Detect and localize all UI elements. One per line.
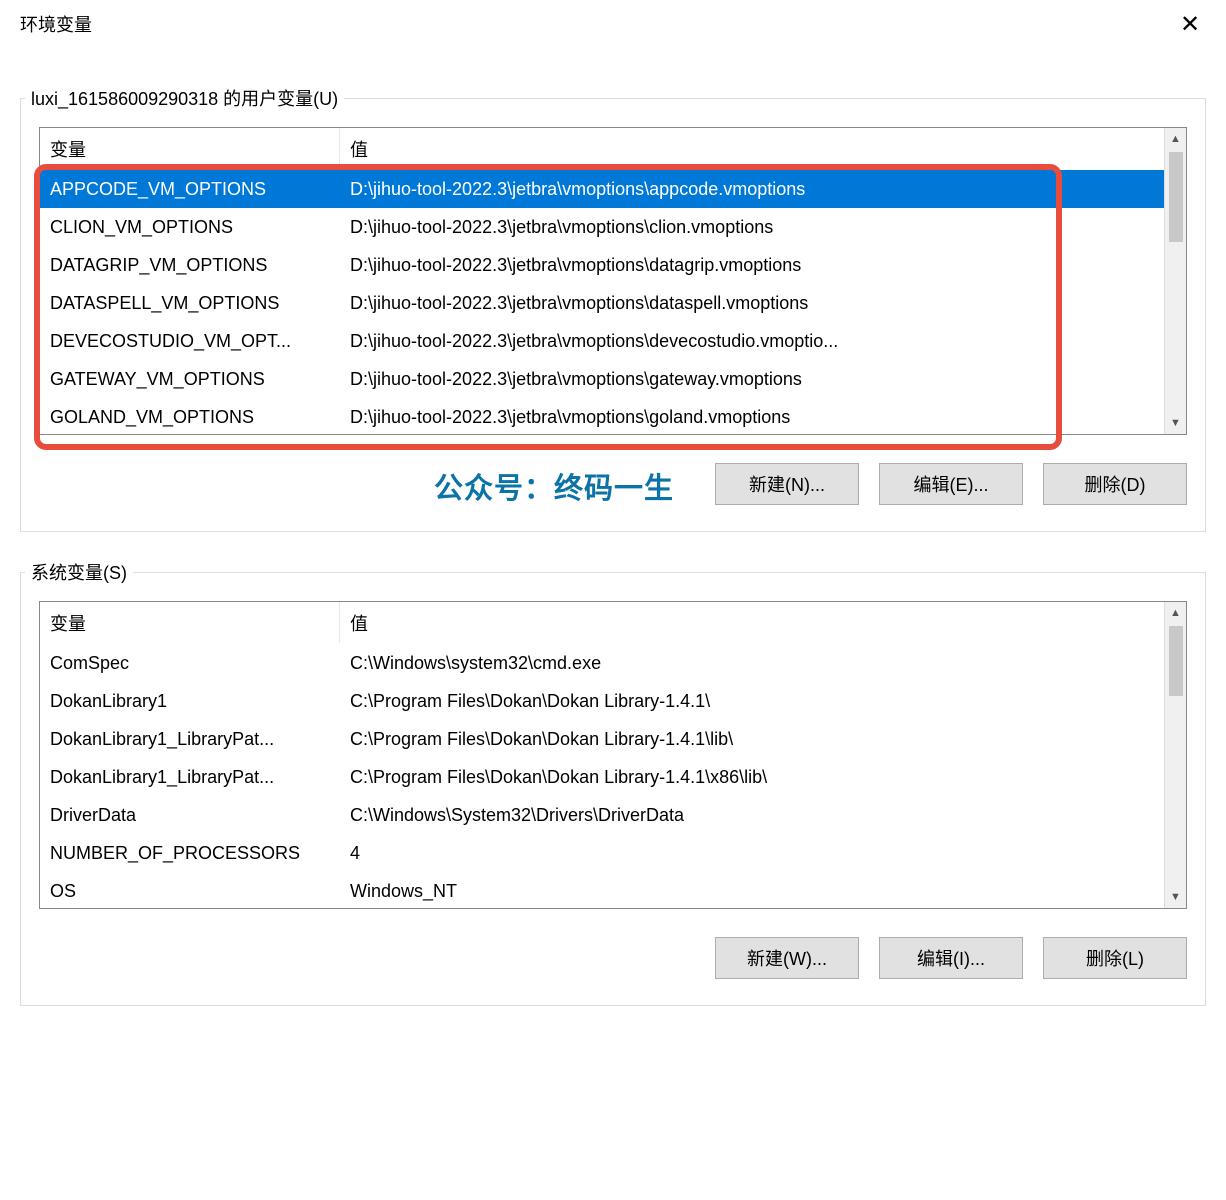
variable-value-cell: C:\Windows\system32\cmd.exe: [340, 647, 1164, 680]
variable-name-cell: CLION_VM_OPTIONS: [40, 211, 340, 244]
titlebar: 环境变量 ✕: [0, 0, 1226, 48]
col-header-variable[interactable]: 变量: [40, 602, 340, 643]
table-row[interactable]: GOLAND_VM_OPTIONSD:\jihuo-tool-2022.3\je…: [40, 398, 1164, 434]
variable-value-cell: Windows_NT: [340, 875, 1164, 908]
variable-name-cell: DATAGRIP_VM_OPTIONS: [40, 249, 340, 282]
sys-table-viewport: 变量 值 ComSpecC:\Windows\system32\cmd.exeD…: [40, 602, 1164, 908]
variable-name-cell: DATASPELL_VM_OPTIONS: [40, 287, 340, 320]
user-var-table[interactable]: 变量 值 APPCODE_VM_OPTIONSD:\jihuo-tool-202…: [39, 127, 1187, 435]
table-row[interactable]: DATAGRIP_VM_OPTIONSD:\jihuo-tool-2022.3\…: [40, 246, 1164, 284]
variable-name-cell: DokanLibrary1_LibraryPat...: [40, 723, 340, 756]
user-table-viewport: 变量 值 APPCODE_VM_OPTIONSD:\jihuo-tool-202…: [40, 128, 1164, 434]
table-row[interactable]: DokanLibrary1_LibraryPat...C:\Program Fi…: [40, 720, 1164, 758]
table-row[interactable]: ComSpecC:\Windows\system32\cmd.exe: [40, 644, 1164, 682]
system-variables-group: 系统变量(S) 变量 值 ComSpecC:\Windows\system32\…: [20, 572, 1206, 1006]
scroll-up-icon[interactable]: ▲: [1165, 602, 1186, 624]
table-row[interactable]: OSWindows_NT: [40, 872, 1164, 908]
variable-name-cell: DEVECOSTUDIO_VM_OPT...: [40, 325, 340, 358]
new-sys-var-button[interactable]: 新建(W)...: [715, 937, 859, 979]
variable-name-cell: DokanLibrary1_LibraryPat...: [40, 761, 340, 794]
delete-user-var-button[interactable]: 删除(D): [1043, 463, 1187, 505]
user-variables-group: luxi_161586009290318 的用户变量(U) 变量 值 APPCO…: [20, 98, 1206, 532]
col-header-value[interactable]: 值: [340, 602, 1164, 643]
col-header-variable[interactable]: 变量: [40, 128, 340, 169]
variable-value-cell: 4: [340, 837, 1164, 870]
scroll-down-icon[interactable]: ▼: [1165, 412, 1186, 434]
user-group-label: luxi_161586009290318 的用户变量(U): [25, 85, 344, 111]
window-title: 环境变量: [20, 11, 92, 37]
table-row[interactable]: DokanLibrary1C:\Program Files\Dokan\Doka…: [40, 682, 1164, 720]
scroll-up-icon[interactable]: ▲: [1165, 128, 1186, 150]
table-row[interactable]: CLION_VM_OPTIONSD:\jihuo-tool-2022.3\jet…: [40, 208, 1164, 246]
watermark-text: 公众号：终码一生: [434, 465, 674, 507]
dialog-content: luxi_161586009290318 的用户变量(U) 变量 值 APPCO…: [0, 98, 1226, 1006]
variable-name-cell: OS: [40, 875, 340, 908]
variable-value-cell: D:\jihuo-tool-2022.3\jetbra\vmoptions\cl…: [340, 211, 1164, 244]
variable-value-cell: D:\jihuo-tool-2022.3\jetbra\vmoptions\de…: [340, 325, 1164, 358]
variable-value-cell: D:\jihuo-tool-2022.3\jetbra\vmoptions\da…: [340, 287, 1164, 320]
new-user-var-button[interactable]: 新建(N)...: [715, 463, 859, 505]
table-row[interactable]: DATASPELL_VM_OPTIONSD:\jihuo-tool-2022.3…: [40, 284, 1164, 322]
table-row[interactable]: DriverDataC:\Windows\System32\Drivers\Dr…: [40, 796, 1164, 834]
table-row[interactable]: DokanLibrary1_LibraryPat...C:\Program Fi…: [40, 758, 1164, 796]
table-row[interactable]: NUMBER_OF_PROCESSORS4: [40, 834, 1164, 872]
variable-value-cell: D:\jihuo-tool-2022.3\jetbra\vmoptions\da…: [340, 249, 1164, 282]
sys-group-label: 系统变量(S): [25, 559, 133, 585]
user-scrollbar[interactable]: ▲ ▼: [1164, 128, 1186, 434]
variable-name-cell: APPCODE_VM_OPTIONS: [40, 173, 340, 206]
scroll-down-icon[interactable]: ▼: [1165, 886, 1186, 908]
variable-value-cell: C:\Program Files\Dokan\Dokan Library-1.4…: [340, 685, 1164, 718]
variable-name-cell: NUMBER_OF_PROCESSORS: [40, 837, 340, 870]
user-table-header: 变量 值: [40, 128, 1164, 170]
sys-buttons-row: 新建(W)... 编辑(I)... 删除(L): [39, 937, 1187, 979]
table-row[interactable]: GATEWAY_VM_OPTIONSD:\jihuo-tool-2022.3\j…: [40, 360, 1164, 398]
variable-value-cell: D:\jihuo-tool-2022.3\jetbra\vmoptions\ga…: [340, 363, 1164, 396]
scroll-thumb[interactable]: [1169, 152, 1183, 242]
sys-table-header: 变量 值: [40, 602, 1164, 644]
variable-name-cell: DokanLibrary1: [40, 685, 340, 718]
col-header-value[interactable]: 值: [340, 128, 1164, 169]
user-buttons-row: 公众号：终码一生 新建(N)... 编辑(E)... 删除(D): [39, 463, 1187, 505]
sys-var-table[interactable]: 变量 值 ComSpecC:\Windows\system32\cmd.exeD…: [39, 601, 1187, 909]
variable-value-cell: C:\Program Files\Dokan\Dokan Library-1.4…: [340, 761, 1164, 794]
edit-sys-var-button[interactable]: 编辑(I)...: [879, 937, 1023, 979]
variable-name-cell: DriverData: [40, 799, 340, 832]
sys-scrollbar[interactable]: ▲ ▼: [1164, 602, 1186, 908]
scroll-thumb[interactable]: [1169, 626, 1183, 696]
variable-value-cell: C:\Windows\System32\Drivers\DriverData: [340, 799, 1164, 832]
variable-name-cell: ComSpec: [40, 647, 340, 680]
delete-sys-var-button[interactable]: 删除(L): [1043, 937, 1187, 979]
variable-value-cell: D:\jihuo-tool-2022.3\jetbra\vmoptions\go…: [340, 401, 1164, 434]
table-row[interactable]: APPCODE_VM_OPTIONSD:\jihuo-tool-2022.3\j…: [40, 170, 1164, 208]
edit-user-var-button[interactable]: 编辑(E)...: [879, 463, 1023, 505]
variable-name-cell: GATEWAY_VM_OPTIONS: [40, 363, 340, 396]
variable-name-cell: GOLAND_VM_OPTIONS: [40, 401, 340, 434]
variable-value-cell: D:\jihuo-tool-2022.3\jetbra\vmoptions\ap…: [340, 173, 1164, 206]
variable-value-cell: C:\Program Files\Dokan\Dokan Library-1.4…: [340, 723, 1164, 756]
close-icon[interactable]: ✕: [1170, 8, 1210, 40]
table-row[interactable]: DEVECOSTUDIO_VM_OPT...D:\jihuo-tool-2022…: [40, 322, 1164, 360]
